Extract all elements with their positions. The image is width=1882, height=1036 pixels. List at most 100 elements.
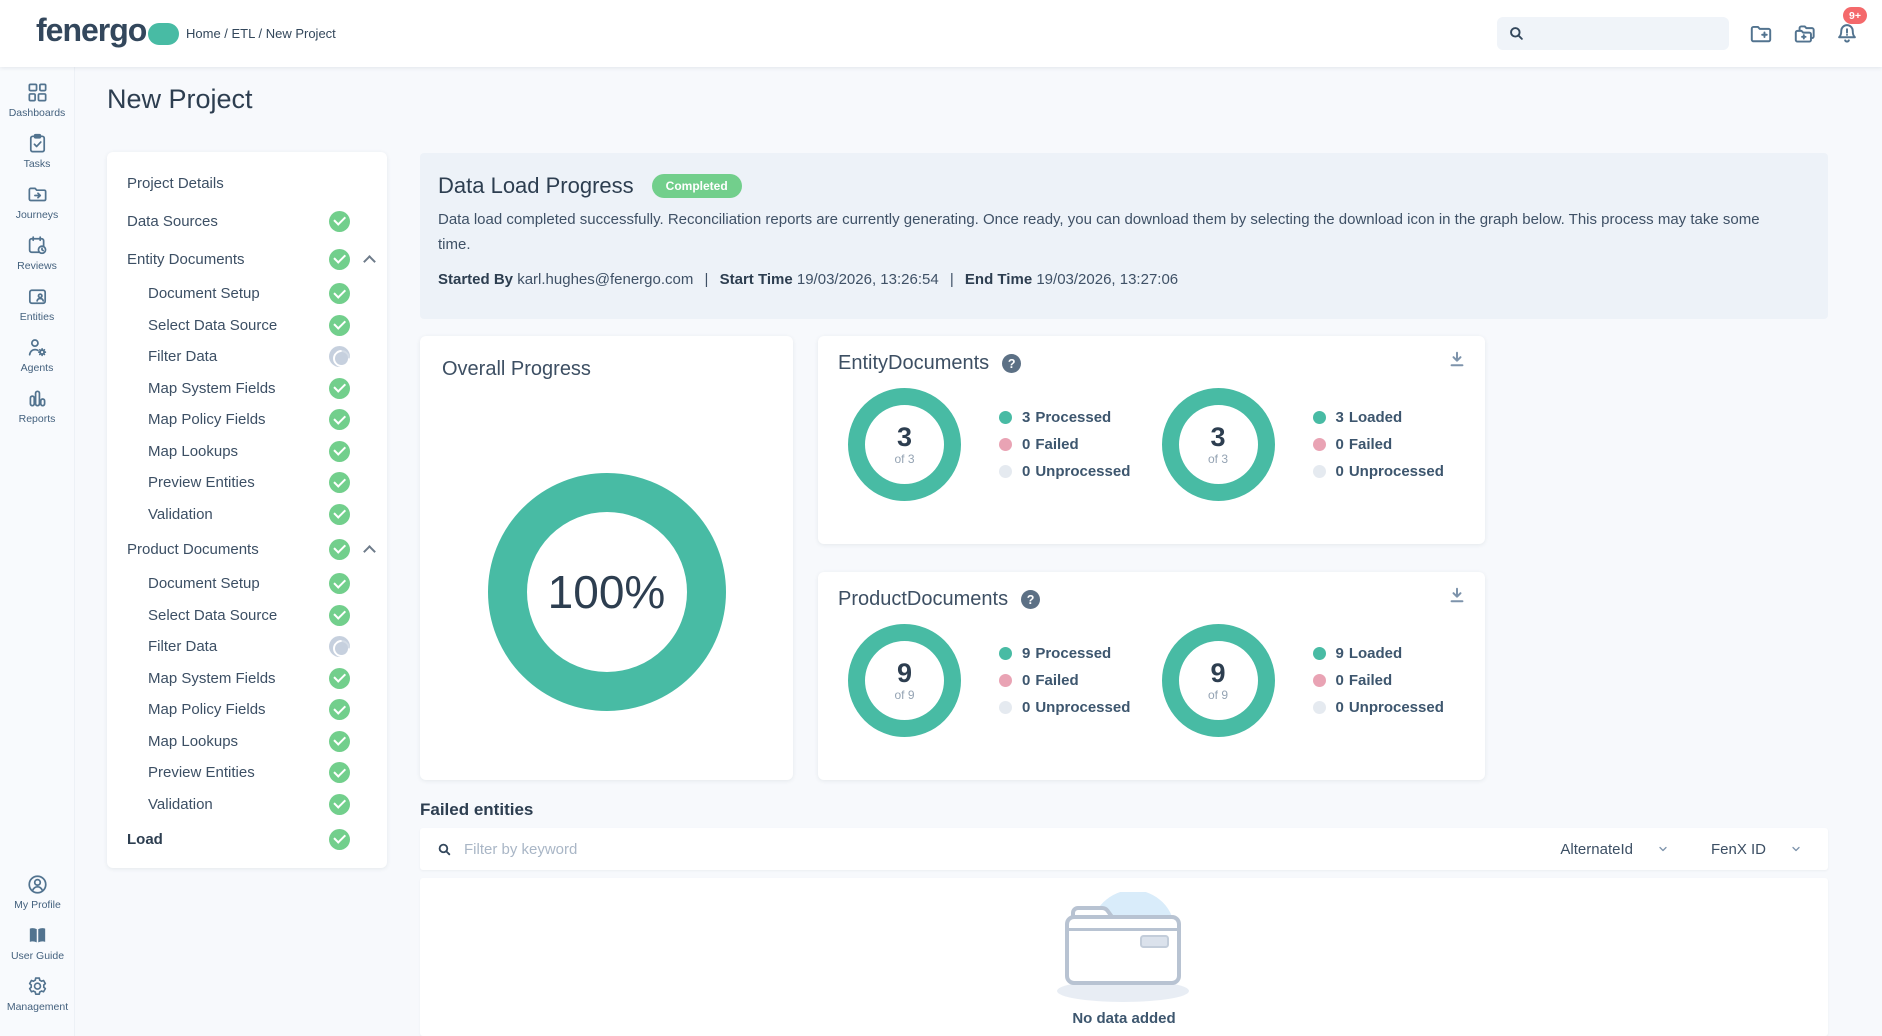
tasks-icon: [26, 132, 49, 155]
step-row[interactable]: Map System Fields: [107, 663, 387, 695]
new-folder-icon[interactable]: [1748, 21, 1774, 47]
help-icon[interactable]: ?: [1021, 590, 1040, 609]
step-label: Product Documents: [127, 541, 329, 558]
step-row[interactable]: Entity Documents: [107, 240, 387, 278]
started-by-value: karl.hughes@fenergo.com: [517, 271, 693, 288]
sidebar-item-tasks[interactable]: Tasks: [0, 132, 74, 170]
legend-dot-pink: [1313, 438, 1326, 451]
sidebar-item-my-profile[interactable]: My Profile: [0, 873, 75, 911]
step-row[interactable]: Load: [107, 820, 387, 858]
step-label: Map Policy Fields: [148, 701, 329, 718]
alternateid-dropdown[interactable]: AlternateId: [1560, 841, 1669, 858]
sidebar-item-reports[interactable]: Reports: [0, 387, 74, 425]
sidebar-label: Dashboards: [9, 107, 66, 119]
in-progress-icon: [329, 636, 350, 657]
reviews-icon: [26, 234, 49, 257]
step-label: Validation: [148, 796, 329, 813]
failed-entities-filter-bar: AlternateId FenX ID: [420, 828, 1828, 870]
step-row[interactable]: Map Lookups: [107, 726, 387, 758]
legend-dot-grey: [999, 465, 1012, 478]
step-row[interactable]: Validation: [107, 499, 387, 531]
step-row[interactable]: Map Policy Fields: [107, 404, 387, 436]
sidebar-item-dashboards[interactable]: Dashboards: [0, 81, 74, 119]
chevron-up-icon[interactable]: [363, 255, 376, 268]
step-row[interactable]: Filter Data: [107, 341, 387, 373]
step-row[interactable]: Map Policy Fields: [107, 694, 387, 726]
donut-of-label: of 3: [894, 452, 914, 466]
help-icon[interactable]: ?: [1002, 354, 1021, 373]
sidebar-item-management[interactable]: Management: [0, 975, 75, 1013]
step-row[interactable]: Preview Entities: [107, 467, 387, 499]
fenx-id-dropdown[interactable]: FenX ID: [1711, 841, 1802, 858]
check-icon: [329, 605, 350, 626]
start-time-label: Start Time: [720, 271, 793, 288]
fenergo-logo[interactable]: fenergo: [36, 14, 179, 46]
step-row[interactable]: Select Data Source: [107, 310, 387, 342]
step-row[interactable]: Product Documents: [107, 530, 387, 568]
start-time-value: 19/03/2026, 13:26:54: [797, 271, 939, 288]
meta-separator: |: [705, 271, 709, 288]
reports-icon: [26, 387, 49, 410]
dashboards-icon: [26, 81, 49, 104]
filter-keyword-input[interactable]: [464, 841, 1560, 858]
download-icon[interactable]: [1447, 585, 1467, 605]
entity-documents-card: EntityDocuments ? 3 of 3 3Processed 0Fai…: [818, 336, 1485, 544]
step-row[interactable]: Validation: [107, 789, 387, 821]
step-row[interactable]: Document Setup: [107, 278, 387, 310]
legend-item: 9Processed: [999, 645, 1130, 662]
step-row[interactable]: Filter Data: [107, 631, 387, 663]
download-icon[interactable]: [1447, 349, 1467, 369]
check-icon: [329, 211, 350, 232]
check-icon: [329, 283, 350, 304]
check-icon: [329, 699, 350, 720]
step-row[interactable]: Document Setup: [107, 568, 387, 600]
breadcrumb[interactable]: Home / ETL / New Project: [186, 26, 336, 41]
step-label: Document Setup: [148, 285, 329, 302]
gear-icon: [26, 975, 49, 998]
step-row[interactable]: Map Lookups: [107, 436, 387, 468]
folder-stack-icon[interactable]: [1792, 21, 1818, 47]
app-root: fenergo Home / ETL / New Project 9+ Dash…: [0, 0, 1882, 1036]
step-label: Map System Fields: [148, 670, 329, 687]
notification-badge[interactable]: 9+: [1843, 7, 1867, 24]
check-icon: [329, 249, 350, 270]
loaded-donut-group: 3 of 3 3Loaded 0Failed 0Unprocessed: [1152, 388, 1466, 501]
processed-donut: 3 of 3: [848, 388, 961, 501]
dropdown-value: AlternateId: [1560, 841, 1633, 858]
step-row[interactable]: Data Sources: [107, 202, 387, 240]
step-row[interactable]: Preview Entities: [107, 757, 387, 789]
chevron-down-icon: [1657, 843, 1669, 855]
page-title: New Project: [107, 84, 253, 115]
sidebar-item-journeys[interactable]: Journeys: [0, 183, 74, 221]
check-icon: [329, 731, 350, 752]
step-label: Data Sources: [127, 213, 329, 230]
banner-description: Data load completed successfully. Reconc…: [438, 208, 1793, 258]
check-icon: [329, 472, 350, 493]
step-row[interactable]: Project Details: [107, 164, 387, 202]
legend-dot-grey: [1313, 701, 1326, 714]
step-label: Filter Data: [148, 638, 329, 655]
step-row[interactable]: Select Data Source: [107, 600, 387, 632]
chevron-down-icon: [1790, 843, 1802, 855]
legend-item: 3Processed: [999, 409, 1130, 426]
sidebar-item-agents[interactable]: Agents: [0, 336, 74, 374]
search-input[interactable]: [1534, 26, 1719, 42]
meta-separator: |: [950, 271, 954, 288]
legend-dot-pink: [999, 438, 1012, 451]
loaded-donut-group: 9 of 9 9Loaded 0Failed 0Unprocessed: [1152, 624, 1466, 737]
donut-of-label: of 3: [1208, 452, 1228, 466]
sidebar-label: Management: [7, 1001, 68, 1013]
status-placeholder: [329, 173, 350, 194]
sidebar-label: My Profile: [14, 899, 61, 911]
check-icon: [329, 539, 350, 560]
global-search[interactable]: [1497, 17, 1729, 50]
check-icon: [329, 762, 350, 783]
sidebar-item-entities[interactable]: Entities: [0, 285, 74, 323]
legend-item: 3Loaded: [1313, 409, 1444, 426]
sidebar-item-user-guide[interactable]: User Guide: [0, 924, 75, 962]
chevron-up-icon[interactable]: [363, 545, 376, 558]
step-row[interactable]: Map System Fields: [107, 373, 387, 405]
sidebar-item-reviews[interactable]: Reviews: [0, 234, 74, 272]
notifications-bell-icon[interactable]: [1834, 21, 1860, 47]
top-header: fenergo Home / ETL / New Project 9+: [0, 0, 1882, 67]
